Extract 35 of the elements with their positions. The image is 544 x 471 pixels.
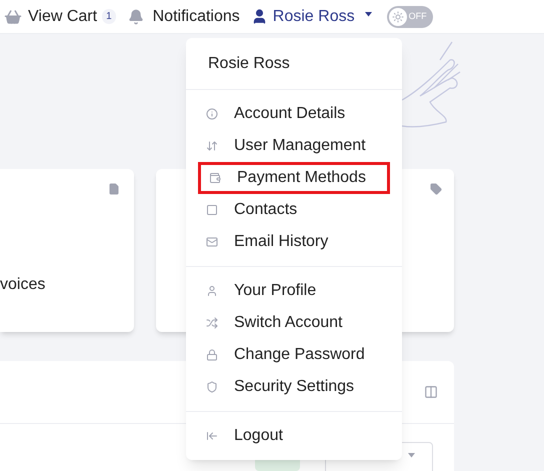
menu-item[interactable]: Account Details (198, 98, 390, 130)
wallet-icon (209, 172, 221, 184)
caret-icon (364, 12, 372, 17)
menu-title: Rosie Ross (208, 54, 290, 74)
basket-icon[interactable] (4, 8, 22, 26)
notifications-link[interactable]: Notifications (152, 4, 240, 28)
menu-item[interactable]: Payment Methods (198, 162, 390, 194)
sort-icon (206, 140, 218, 152)
menu-item[interactable]: User Management (198, 130, 390, 162)
user-menu-trigger[interactable]: Rosie Ross (272, 4, 355, 28)
mail-icon (206, 236, 218, 248)
menu-item[interactable]: Switch Account (198, 307, 390, 339)
menu-item[interactable]: Change Password (198, 339, 390, 371)
card-label: voices (0, 275, 46, 295)
shuffle-icon (206, 317, 218, 329)
columns-icon[interactable] (424, 385, 438, 399)
menu-item[interactable]: Logout (198, 420, 390, 452)
lock-icon (206, 349, 218, 361)
info-icon (206, 108, 218, 120)
menu-item[interactable]: Email History (198, 226, 390, 258)
toggle-label: OFF (408, 10, 427, 23)
caret-icon (408, 453, 415, 458)
logout-icon (206, 430, 218, 442)
menu-item[interactable]: Your Profile (198, 275, 390, 307)
square-icon (206, 204, 218, 216)
view-cart-link[interactable]: View Cart (28, 4, 98, 28)
document-icon (108, 183, 120, 195)
bell-icon[interactable] (128, 8, 144, 24)
menu-item[interactable]: Security Settings (198, 371, 390, 403)
shield-icon (206, 381, 218, 393)
menu-item[interactable]: Contacts (198, 194, 390, 226)
cart-count-badge: 1 (102, 9, 116, 24)
user-icon (206, 285, 218, 297)
sun-icon (388, 8, 407, 26)
tag-icon (430, 183, 442, 195)
